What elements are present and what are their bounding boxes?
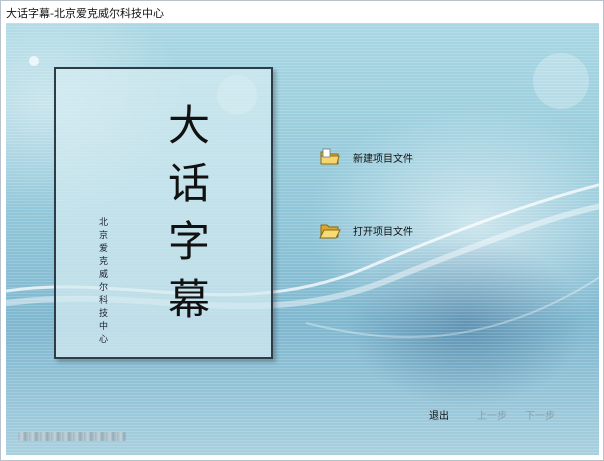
- window-title: 大话字幕-北京爱克威尔科技中心: [6, 7, 164, 20]
- company-char: 北: [99, 218, 109, 228]
- open-project-label: 打开项目文件: [353, 226, 413, 238]
- title-bar[interactable]: 大话字幕-北京爱克威尔科技中心: [1, 1, 603, 22]
- company-char: 心: [99, 335, 109, 345]
- company-name-vertical: 北 京 爱 克 威 尔 科 技 中 心: [99, 217, 108, 347]
- company-char: 科: [99, 296, 109, 306]
- app-name-char: 大: [168, 101, 211, 150]
- company-char: 爱: [99, 244, 109, 254]
- company-char: 威: [99, 270, 109, 280]
- next-step-button[interactable]: 下一步: [525, 407, 555, 422]
- app-name-vertical: 大 话 字 幕: [168, 97, 210, 329]
- company-char: 中: [99, 322, 109, 332]
- new-project-button[interactable]: 新建项目文件: [319, 146, 413, 168]
- status-text-blurred: [18, 432, 126, 441]
- splash-stage: 大 话 字 幕 北 京 爱 克 威 尔 科 技 中 心 新建项目文件 打开项目文…: [6, 23, 599, 455]
- app-name-char: 字: [168, 217, 211, 266]
- new-project-label: 新建项目文件: [353, 153, 413, 165]
- company-char: 技: [99, 309, 109, 319]
- company-char: 克: [99, 257, 109, 267]
- exit-button[interactable]: 退出: [429, 407, 449, 422]
- folder-open-icon: [319, 224, 341, 239]
- open-project-button[interactable]: 打开项目文件: [319, 219, 413, 241]
- main-window: 大话字幕-北京爱克威尔科技中心 大 话 字 幕 北 京 爱 克 威 尔 科 技 …: [0, 0, 604, 461]
- prev-step-button[interactable]: 上一步: [477, 407, 507, 422]
- folder-new-icon: [320, 148, 340, 165]
- app-name-char: 话: [168, 159, 211, 208]
- title-panel: 大 话 字 幕 北 京 爱 克 威 尔 科 技 中 心: [54, 67, 273, 359]
- app-name-char: 幕: [168, 275, 211, 324]
- company-char: 尔: [99, 283, 109, 293]
- company-char: 京: [99, 231, 109, 241]
